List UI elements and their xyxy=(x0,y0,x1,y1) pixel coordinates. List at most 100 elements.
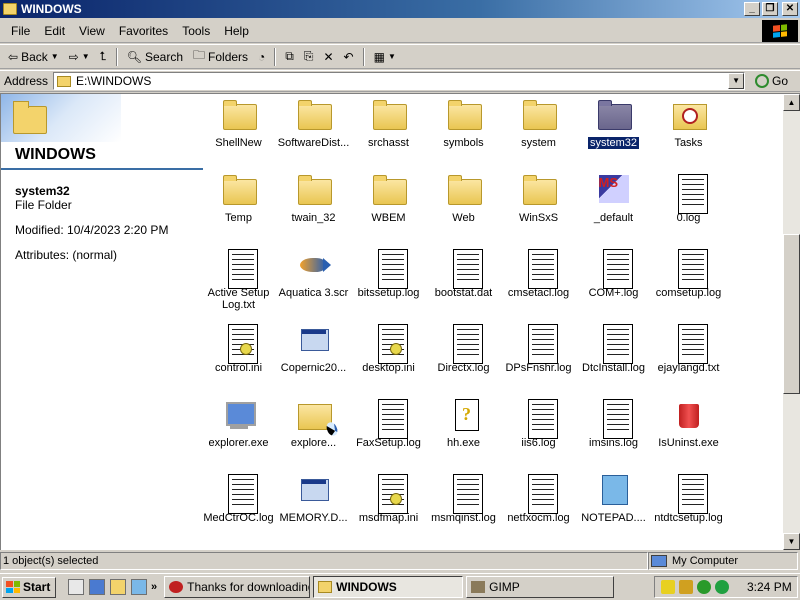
file-item[interactable]: SoftwareDist... xyxy=(276,94,351,169)
taskbar-button-windows[interactable]: WINDOWS xyxy=(313,576,464,598)
menu-edit[interactable]: Edit xyxy=(37,24,72,38)
file-item[interactable]: _default xyxy=(576,169,651,244)
file-item[interactable]: Directx.log xyxy=(426,319,501,394)
chevron-down-icon[interactable]: ▼ xyxy=(728,73,745,89)
tray-update-icon[interactable] xyxy=(697,580,711,594)
minimize-button[interactable]: _ xyxy=(744,2,760,16)
file-item[interactable]: DPsFnshr.log xyxy=(501,319,576,394)
file-item[interactable]: imsins.log xyxy=(576,394,651,469)
file-item[interactable]: Tasks xyxy=(651,94,726,169)
file-item[interactable]: WBEM xyxy=(351,169,426,244)
file-item[interactable]: explorer.exe xyxy=(201,394,276,469)
back-button[interactable]: ⇦ Back ▼ xyxy=(4,46,63,68)
file-item[interactable]: ntdtcsetup.log xyxy=(651,469,726,544)
history-button[interactable]: ◔ xyxy=(254,46,269,68)
file-item[interactable]: control.ini xyxy=(201,319,276,394)
file-item[interactable]: Copernic20... xyxy=(276,319,351,394)
file-item[interactable]: Web xyxy=(426,169,501,244)
ini-file-icon xyxy=(222,323,258,364)
restore-button[interactable]: ❐ xyxy=(762,2,778,16)
up-folder-button[interactable]: ⮤ xyxy=(96,46,111,68)
undo-button[interactable]: ↶ xyxy=(340,46,358,68)
file-item[interactable]: Active Setup Log.txt xyxy=(201,244,276,319)
file-item[interactable]: COM+.log xyxy=(576,244,651,319)
chevron-down-icon[interactable]: ▼ xyxy=(82,52,90,61)
file-item[interactable]: IsUninst.exe xyxy=(651,394,726,469)
copy-to-button[interactable]: ⎘ xyxy=(300,46,318,68)
file-item[interactable]: comsetup.log xyxy=(651,244,726,319)
folder-icon xyxy=(297,98,332,132)
file-item[interactable]: iis6.log xyxy=(501,394,576,469)
menu-file[interactable]: File xyxy=(4,24,37,38)
folder-icon xyxy=(447,98,482,132)
search-label: Search xyxy=(144,49,184,64)
forward-button[interactable]: ⇨ ▼ xyxy=(65,46,94,68)
file-item[interactable]: Aquatica 3.scr xyxy=(276,244,351,319)
tray-power-icon[interactable] xyxy=(661,580,675,594)
opera-icon xyxy=(169,581,184,593)
file-item[interactable]: DtcInstall.log xyxy=(576,319,651,394)
file-item[interactable]: cmsetacl.log xyxy=(501,244,576,319)
vertical-scrollbar[interactable]: ▲ ▼ xyxy=(783,94,800,550)
media-icon[interactable] xyxy=(131,579,147,595)
file-item[interactable]: ejaylangd.txt xyxy=(651,319,726,394)
file-item[interactable]: NOTEPAD.... xyxy=(576,469,651,544)
menu-help[interactable]: Help xyxy=(217,24,256,38)
dat-file-icon xyxy=(447,248,483,289)
internet-explorer-icon[interactable] xyxy=(89,579,105,595)
text-file-icon xyxy=(597,248,633,289)
file-item[interactable]: explore... xyxy=(276,394,351,469)
go-button[interactable]: Go xyxy=(755,74,788,88)
file-item[interactable]: hh.exe xyxy=(426,394,501,469)
start-button[interactable]: Start xyxy=(2,576,56,598)
scroll-down-button[interactable]: ▼ xyxy=(783,533,800,550)
move-to-button[interactable]: ⧉ xyxy=(281,46,298,68)
clock[interactable]: 3:24 PM xyxy=(747,580,792,594)
title-bar[interactable]: WINDOWS _ ❐ ✕ xyxy=(0,0,800,18)
file-item[interactable]: netfxocm.log xyxy=(501,469,576,544)
folders-button[interactable]: 🗀 Folders xyxy=(189,46,252,68)
tray-network-icon[interactable] xyxy=(715,580,729,594)
file-item[interactable]: Temp xyxy=(201,169,276,244)
file-item[interactable]: msdfmap.ini xyxy=(351,469,426,544)
taskbar-button-gimp[interactable]: GIMP xyxy=(466,576,615,598)
menu-view[interactable]: View xyxy=(72,24,112,38)
chevron-down-icon[interactable]: ▼ xyxy=(388,52,396,61)
file-item[interactable]: MEMORY.D... xyxy=(276,469,351,544)
menu-tools[interactable]: Tools xyxy=(175,24,217,38)
tray-app-icon[interactable] xyxy=(679,580,693,594)
menu-favorites[interactable]: Favorites xyxy=(112,24,175,38)
quick-launch-expand-icon[interactable]: » xyxy=(151,581,157,593)
file-label: SoftwareDist... xyxy=(277,137,350,149)
chevron-down-icon[interactable]: ▼ xyxy=(51,52,59,61)
file-item[interactable]: twain_32 xyxy=(276,169,351,244)
scroll-thumb[interactable] xyxy=(783,234,800,394)
file-item[interactable]: system xyxy=(501,94,576,169)
address-input[interactable]: E:\WINDOWS ▼ xyxy=(53,72,746,90)
taskbar-button-browser[interactable]: Thanks for downloading ... xyxy=(164,576,311,598)
file-item[interactable]: bootstat.dat xyxy=(426,244,501,319)
file-item[interactable]: ShellNew xyxy=(201,94,276,169)
views-button[interactable]: ▦ ▼ xyxy=(370,46,400,68)
file-item[interactable]: 0.log xyxy=(651,169,726,244)
file-item[interactable]: srchasst xyxy=(351,94,426,169)
search-button[interactable]: 🔍︎ Search xyxy=(123,46,187,68)
file-item[interactable]: WinSxS xyxy=(501,169,576,244)
file-item[interactable]: symbols xyxy=(426,94,501,169)
show-desktop-icon[interactable] xyxy=(68,579,84,595)
file-item[interactable]: MedCtrOC.log xyxy=(201,469,276,544)
file-item[interactable]: bitssetup.log xyxy=(351,244,426,319)
explorer-icon[interactable] xyxy=(110,579,126,595)
file-item[interactable]: FaxSetup.log xyxy=(351,394,426,469)
scroll-up-button[interactable]: ▲ xyxy=(783,94,800,111)
close-button[interactable]: ✕ xyxy=(782,2,798,16)
file-item[interactable]: msmqinst.log xyxy=(426,469,501,544)
history-icon: ◔ xyxy=(258,49,266,64)
address-bar: Address E:\WINDOWS ▼ Go xyxy=(0,70,800,92)
file-item[interactable]: system32 xyxy=(576,94,651,169)
text-file-icon xyxy=(522,248,558,289)
delete-button[interactable]: ✕ xyxy=(319,46,337,68)
taskbar: Start » Thanks for downloading ... WINDO… xyxy=(0,573,800,600)
file-item[interactable]: desktop.ini xyxy=(351,319,426,394)
explorer-window: WINDOWS _ ❐ ✕ File Edit View Favorites T… xyxy=(0,0,800,573)
